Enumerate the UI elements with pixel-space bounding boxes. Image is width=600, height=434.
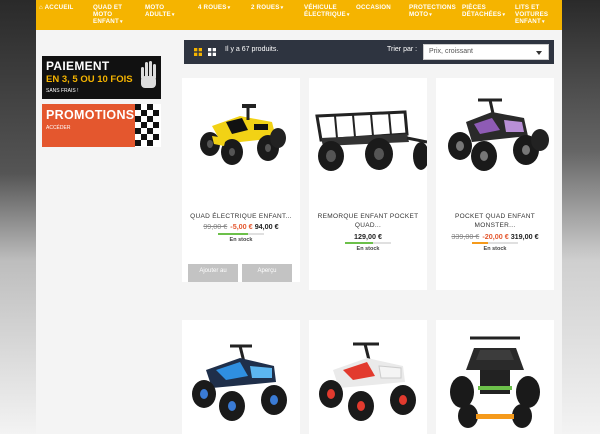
product-image[interactable] — [309, 320, 427, 434]
nav-item-vehicule-electrique[interactable]: Véhicule électrique▾ — [304, 0, 350, 19]
chevron-down-icon: ▾ — [429, 12, 432, 18]
product-image[interactable] — [309, 78, 427, 202]
product-card[interactable] — [436, 320, 554, 434]
payment-banner-note: SANS FRAIS ! — [46, 88, 79, 94]
stock-status: En stock — [483, 246, 507, 252]
page-content: PAIEMENT EN 3, 5 OU 10 FOIS SANS FRAIS !… — [36, 30, 562, 434]
old-price: 339,00 € — [451, 232, 480, 241]
product-price: 99,00 € -5,00 €94,00 € — [182, 222, 300, 231]
current-price: 94,00 € — [254, 222, 279, 231]
old-price: 99,00 € — [203, 222, 228, 231]
product-image[interactable] — [182, 78, 300, 186]
sort-select-value: Prix, croissant — [429, 48, 473, 55]
chevron-down-icon: ▾ — [119, 19, 123, 25]
current-price: 319,00 € — [510, 232, 539, 241]
promotions-banner[interactable]: PROMOTIONS ACCÉDER — [42, 104, 161, 147]
nav-item-accueil[interactable]: ⌂ Accueil — [39, 0, 74, 11]
stock-indicator-fill — [218, 233, 248, 235]
discount: -20,00 € — [482, 232, 509, 241]
stock-indicator — [218, 233, 264, 235]
promotions-banner-title: PROMOTIONS — [46, 108, 135, 122]
product-card[interactable]: QUAD ÉLECTRIQUE ENFANT... 99,00 € -5,00 €… — [182, 78, 300, 282]
grid-view-icon[interactable] — [194, 48, 202, 56]
chevron-down-icon: ▾ — [346, 12, 350, 18]
hand-icon — [141, 61, 156, 88]
sort-label: Trier par : — [387, 46, 418, 53]
product-image[interactable] — [182, 320, 300, 434]
nav-item-occasion[interactable]: Occasion — [356, 0, 391, 11]
chevron-down-icon: ▾ — [171, 12, 175, 18]
promotions-banner-note: ACCÉDER — [46, 125, 71, 131]
stock-indicator — [472, 242, 518, 244]
product-price: 129,00 € — [309, 232, 427, 241]
main-menu: ⌂ Accueil Quad et moto enfant▾ Moto adul… — [36, 0, 562, 30]
product-name[interactable]: REMORQUE ENFANT POCKET QUAD... — [309, 212, 427, 230]
home-icon: ⌂ — [39, 4, 43, 11]
background-right — [562, 0, 600, 434]
chevron-down-icon — [536, 51, 542, 55]
nav-item-4-roues[interactable]: 4 roues▾ — [198, 0, 230, 12]
payment-banner[interactable]: PAIEMENT EN 3, 5 OU 10 FOIS SANS FRAIS ! — [42, 56, 161, 99]
product-name[interactable]: POCKET QUAD ENFANT MONSTER... — [436, 212, 554, 230]
stock-indicator-fill — [472, 242, 489, 244]
product-price: 339,00 € -20,00 €319,00 € — [436, 232, 554, 241]
quick-view-button[interactable]: Aperçu — [242, 264, 292, 282]
discount: -5,00 € — [230, 222, 253, 231]
product-card[interactable]: REMORQUE ENFANT POCKET QUAD... 129,00 € … — [309, 78, 427, 290]
chevron-down-icon: ▾ — [541, 19, 545, 25]
products-toolbar: Il y a 67 produits. Trier par : Prix, cr… — [184, 40, 554, 64]
payment-banner-subtitle: EN 3, 5 OU 10 FOIS — [46, 74, 133, 85]
nav-item-protections-moto[interactable]: Protections moto▾ — [409, 0, 457, 19]
stock-indicator — [345, 242, 391, 244]
nav-item-quad-moto-enfant[interactable]: Quad et moto enfant▾ — [93, 0, 133, 26]
background-left — [0, 0, 36, 434]
stock-status: En stock — [229, 237, 253, 243]
current-price: 129,00 € — [354, 232, 382, 241]
stock-status: En stock — [356, 246, 380, 252]
stock-indicator-fill — [345, 242, 373, 244]
product-name[interactable]: QUAD ÉLECTRIQUE ENFANT... — [182, 212, 300, 221]
add-to-cart-button[interactable]: Ajouter au — [188, 264, 238, 282]
sort-select[interactable]: Prix, croissant — [423, 44, 549, 60]
product-image[interactable] — [436, 320, 554, 434]
nav-item-moto-adulte[interactable]: Moto adulte▾ — [145, 0, 179, 19]
product-card[interactable] — [182, 320, 300, 434]
product-image[interactable] — [436, 78, 554, 186]
nav-item-2-roues[interactable]: 2 roues▾ — [251, 0, 283, 12]
checkered-flag-icon — [135, 104, 161, 147]
product-count: Il y a 67 produits. — [225, 46, 279, 53]
chevron-down-icon: ▾ — [280, 5, 284, 11]
chevron-down-icon: ▾ — [502, 12, 506, 18]
list-view-icon[interactable] — [208, 48, 216, 56]
chevron-down-icon: ▾ — [227, 5, 231, 11]
product-card[interactable] — [309, 320, 427, 434]
product-card[interactable]: POCKET QUAD ENFANT MONSTER... 339,00 € -2… — [436, 78, 554, 290]
nav-item-lits-voitures-enfant[interactable]: Lits et voitures enfant▾ — [515, 0, 559, 26]
payment-banner-title: PAIEMENT — [46, 59, 110, 73]
nav-item-pieces-detachees[interactable]: Pièces détachées▾ — [462, 0, 508, 19]
